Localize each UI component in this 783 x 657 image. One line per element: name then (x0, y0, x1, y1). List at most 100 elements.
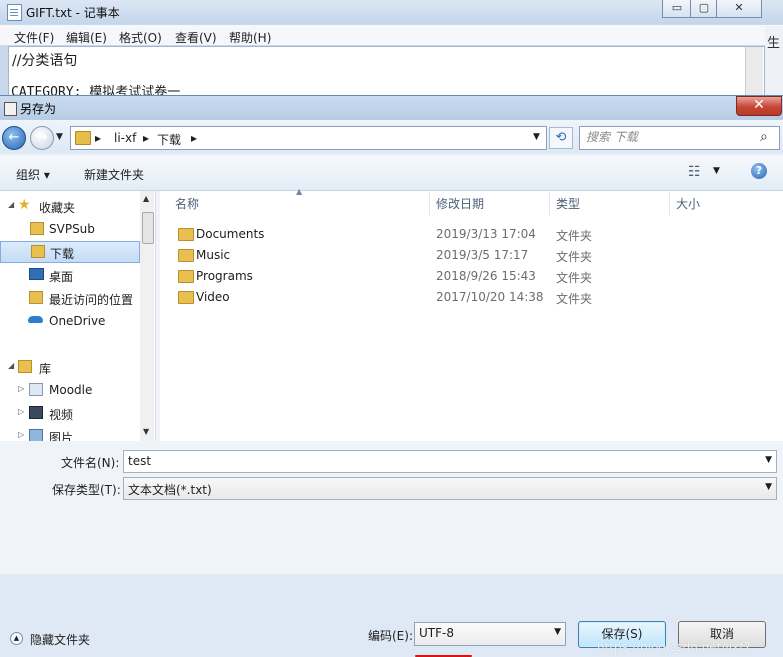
tree-label: 桌面 (49, 270, 74, 284)
view-dropdown-icon[interactable]: ▼ (713, 166, 720, 176)
column-divider[interactable] (549, 191, 550, 215)
filename-combo[interactable]: test ▼ (123, 450, 777, 473)
refresh-icon[interactable]: ⟲ (549, 127, 573, 149)
chevron-down-icon[interactable]: ▼ (765, 455, 772, 465)
filetype-label: 保存类型(T): (52, 483, 121, 497)
menu-view[interactable]: 查看(V) (175, 29, 217, 46)
column-divider[interactable] (669, 191, 670, 215)
notepad-text-area[interactable]: //分类语句 CATEGORY: 模拟考试试卷一 (8, 46, 765, 102)
menu-help[interactable]: 帮助(H) (229, 29, 271, 46)
folder-icon (75, 131, 91, 145)
column-header-date[interactable]: 修改日期 (436, 195, 484, 212)
save-options-panel: 文件名(N): test ▼ 保存类型(T): 文本文档(*.txt) ▼ ▲ … (0, 441, 783, 657)
dialog-icon (4, 102, 17, 116)
tree-item-pictures[interactable]: ▷ 图片 (0, 425, 140, 441)
tree-item-recent[interactable]: 最近访问的位置 (0, 287, 140, 309)
tree-item-downloads[interactable]: 下载 (0, 241, 140, 263)
help-icon[interactable]: ? (751, 163, 767, 179)
file-list: ▲ 名称 修改日期 类型 大小 Documents 2019/3/13 17:0… (160, 187, 783, 441)
column-header-name[interactable]: 名称 (175, 195, 199, 212)
tree-item-favorites[interactable]: ◢ ★ 收藏夹 (0, 195, 140, 217)
menu-file[interactable]: 文件(F) (14, 29, 54, 46)
filetype-value: 文本文档(*.txt) (128, 483, 212, 497)
notepad-scrollbar[interactable] (745, 47, 763, 99)
encoding-select[interactable]: UTF-8 ▼ (414, 622, 566, 646)
search-box[interactable]: ⌕ (579, 126, 780, 150)
menu-edit[interactable]: 编辑(E) (66, 29, 107, 46)
address-bar[interactable]: ▸ li-xf ▸ 下载 ▸ ▼ (70, 126, 547, 150)
hide-folders-label: 隐藏文件夹 (30, 633, 91, 647)
watermark: https://blog.csdn.net/lixf7 (597, 640, 751, 654)
file-date: 2017/10/20 14:38 (436, 290, 544, 304)
expand-arrow-icon[interactable]: ▷ (18, 430, 24, 439)
column-divider[interactable] (429, 191, 430, 215)
tree-item-videos[interactable]: ▷ 视频 (0, 402, 140, 424)
breadcrumb-separator-icon[interactable]: ▸ (191, 131, 197, 145)
scrollbar-thumb[interactable] (142, 212, 154, 244)
breadcrumb-separator-icon[interactable]: ▸ (95, 131, 101, 145)
file-date: 2018/9/26 15:43 (436, 269, 536, 283)
file-name: Video (196, 290, 230, 304)
navigation-pane-scrollbar[interactable]: ▲ ▼ (140, 191, 154, 441)
tree-label: 最近访问的位置 (49, 293, 134, 307)
command-toolbar: 组织 ▾ 新建文件夹 ☷ ▼ ? (0, 156, 783, 191)
organize-button[interactable]: 组织 ▾ (16, 166, 50, 183)
search-input[interactable] (586, 129, 746, 145)
background-window-edge: 生 (765, 26, 783, 100)
tree-item-library[interactable]: ◢ 库 (0, 356, 140, 378)
chevron-down-icon[interactable]: ▼ (554, 627, 561, 637)
file-type: 文件夹 (556, 292, 593, 306)
filename-field[interactable]: test (128, 454, 151, 468)
tree-label: 库 (39, 362, 52, 376)
filetype-select[interactable]: 文本文档(*.txt) ▼ (123, 477, 777, 500)
breadcrumb-separator-icon[interactable]: ▸ (143, 131, 149, 145)
hide-folders-toggle[interactable]: ▲ 隐藏文件夹 (10, 631, 110, 647)
tree-item-desktop[interactable]: 桌面 (0, 264, 140, 286)
back-arrow-icon[interactable]: ← (2, 126, 26, 150)
breadcrumb-user[interactable]: li-xf (114, 131, 136, 145)
search-icon[interactable]: ⌕ (760, 129, 768, 145)
expand-arrow-icon[interactable]: ▷ (18, 384, 24, 393)
column-header-type[interactable]: 类型 (556, 195, 580, 212)
navigation-bar: ← → ▼ ▸ li-xf ▸ 下载 ▸ ▼ ⟲ ⌕ (0, 122, 783, 154)
file-name: Documents (196, 227, 265, 241)
folder-icon (178, 270, 194, 283)
file-type: 文件夹 (556, 250, 593, 264)
maximize-button[interactable]: ▢ (690, 0, 718, 18)
save-as-dialog: 另存为 ✕ ← → ▼ ▸ li-xf ▸ 下载 ▸ ▼ ⟲ ⌕ 组织 ▾ 新建… (0, 95, 783, 657)
address-dropdown-icon[interactable]: ▼ (533, 132, 540, 142)
file-date: 2019/3/13 17:04 (436, 227, 536, 241)
column-header-size[interactable]: 大小 (676, 195, 700, 212)
history-dropdown-icon[interactable]: ▼ (56, 132, 63, 142)
scroll-down-icon[interactable]: ▼ (143, 427, 149, 436)
collapse-arrow-icon[interactable]: ◢ (8, 361, 14, 370)
minimize-button[interactable]: ▭ (662, 0, 692, 18)
expand-arrow-icon[interactable]: ▷ (18, 407, 24, 416)
tree-item-moodle[interactable]: ▷ Moodle (0, 379, 140, 401)
file-row[interactable]: Programs 2018/9/26 15:43 文件夹 (176, 267, 776, 288)
text-line-1: //分类语句 (12, 53, 78, 69)
chevron-down-icon[interactable]: ▼ (765, 482, 772, 492)
file-row[interactable]: Music 2019/3/5 17:17 文件夹 (176, 246, 776, 267)
folder-icon (178, 249, 194, 262)
filename-label: 文件名(N): (61, 456, 120, 470)
new-folder-button[interactable]: 新建文件夹 (84, 166, 144, 183)
library-icon (18, 360, 32, 373)
file-row[interactable]: Documents 2019/3/13 17:04 文件夹 (176, 225, 776, 246)
notepad-close-button[interactable]: ✕ (716, 0, 762, 18)
scroll-up-icon[interactable]: ▲ (143, 194, 149, 203)
tree-label: 收藏夹 (39, 201, 76, 215)
forward-arrow-icon[interactable]: → (30, 126, 54, 150)
collapse-arrow-icon[interactable]: ◢ (8, 200, 14, 209)
tree-item-svpsub[interactable]: SVPSub (0, 218, 140, 240)
notepad-title: GIFT.txt - 记事本 (26, 6, 120, 20)
tree-item-onedrive[interactable]: OneDrive (0, 310, 140, 332)
notepad-window: GIFT.txt - 记事本 ▭ ▢ ✕ 文件(F) 编辑(E) 格式(O) 查… (0, 0, 783, 102)
picture-icon (29, 429, 43, 441)
dialog-close-button[interactable]: ✕ (736, 96, 782, 116)
view-icon[interactable]: ☷ (688, 164, 701, 180)
tree-label: Moodle (49, 383, 93, 397)
file-row[interactable]: Video 2017/10/20 14:38 文件夹 (176, 288, 776, 309)
breadcrumb-downloads[interactable]: 下载 (157, 131, 181, 148)
menu-format[interactable]: 格式(O) (119, 29, 162, 46)
